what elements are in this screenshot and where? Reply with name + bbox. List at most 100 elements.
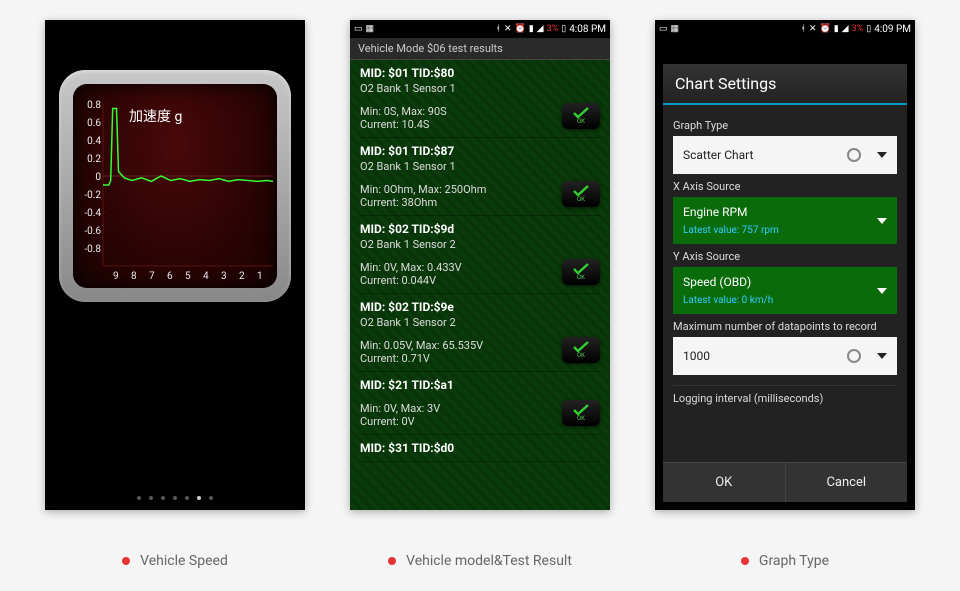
test-mid-tid: MID: $21 TID:$a1 [360, 378, 600, 392]
y-tick-label: 0.4 [87, 136, 101, 147]
ok-badge: OK [562, 337, 600, 363]
ok-button[interactable]: OK [663, 463, 786, 502]
signal-icon: ▮ [529, 24, 534, 34]
status-bar: ▭ ▦ ᚼ ✕ ⏰ ▮ ◢ 3% ▯ 4:08 PM [350, 20, 610, 38]
x-axis-value: Engine RPM [683, 205, 887, 219]
bluetooth-icon: ᚼ [801, 24, 806, 34]
max-datapoints-value: 1000 [683, 349, 710, 363]
bullet-icon [741, 557, 749, 565]
page-dot[interactable] [149, 496, 153, 500]
y-axis-value: Speed (OBD) [683, 275, 887, 289]
bullet-icon [122, 557, 130, 565]
settings-dialog: Chart Settings Graph Type Scatter Chart … [663, 64, 907, 502]
test-result-item[interactable]: MID: $02 TID:$9dO2 Bank 1 Sensor 2Min: 0… [360, 216, 600, 294]
results-header: Vehicle Mode $06 test results [350, 38, 610, 60]
chevron-down-icon [877, 288, 887, 294]
bluetooth-icon: ᚼ [496, 24, 501, 34]
x-tick-label: 2 [239, 271, 245, 282]
signal-icon: ▮ [834, 24, 839, 34]
apps-icon: ▦ [366, 24, 375, 34]
logging-interval-label: Logging interval (milliseconds) [673, 385, 897, 405]
test-mid-tid: MID: $01 TID:$80 [360, 66, 600, 80]
y-axis-label: Y Axis Source [673, 250, 897, 263]
test-mid-tid: MID: $31 TID:$d0 [360, 441, 600, 455]
radio-icon [847, 148, 861, 162]
panel-vehicle-speed: 加速度 g [45, 20, 305, 510]
x-tick-label: 8 [131, 271, 137, 282]
page-dot[interactable] [173, 496, 177, 500]
mute-icon: ✕ [809, 24, 817, 34]
graph-type-label: Graph Type [673, 119, 897, 132]
test-sensor: O2 Bank 1 Sensor 2 [360, 316, 600, 329]
max-datapoints-spinner[interactable]: 1000 [673, 337, 897, 375]
status-time: 4:08 PM [569, 24, 606, 35]
y-tick-label: -0.6 [84, 226, 101, 237]
wifi-icon: ◢ [842, 24, 849, 34]
x-tick-label: 6 [167, 271, 173, 282]
battery-pct: 3% [547, 24, 559, 34]
y-tick-label: 0.6 [87, 118, 101, 129]
bullet-icon [388, 557, 396, 565]
page-dot[interactable] [161, 496, 165, 500]
y-tick-label: -0.4 [84, 208, 101, 219]
test-result-item[interactable]: MID: $31 TID:$d0 [360, 435, 600, 462]
obd-icon: ▭ [659, 24, 668, 34]
x-axis-source-spinner[interactable]: Engine RPM Latest value: 757 rpm [673, 197, 897, 244]
radio-icon [847, 349, 861, 363]
chevron-down-icon [877, 353, 887, 359]
alarm-icon: ⏰ [514, 24, 525, 34]
chevron-down-icon [877, 218, 887, 224]
test-result-item[interactable]: MID: $01 TID:$87O2 Bank 1 Sensor 1Min: 0… [360, 138, 600, 216]
page-dot[interactable] [197, 496, 201, 500]
test-sensor: O2 Bank 1 Sensor 1 [360, 82, 600, 95]
mute-icon: ✕ [504, 24, 512, 34]
battery-icon: ▯ [561, 24, 566, 34]
ok-badge: OK [562, 181, 600, 207]
y-axis-latest: Latest value: 0 km/h [683, 295, 887, 306]
test-sensor: O2 Bank 1 Sensor 2 [360, 238, 600, 251]
apps-icon: ▦ [671, 24, 680, 34]
x-tick-label: 1 [257, 271, 263, 282]
status-time: 4:09 PM [874, 24, 911, 35]
battery-pct: 3% [852, 24, 864, 34]
x-axis-latest: Latest value: 757 rpm [683, 225, 887, 236]
test-result-item[interactable]: MID: $21 TID:$a1Min: 0V, Max: 3VCurrent:… [360, 372, 600, 435]
graph-type-spinner[interactable]: Scatter Chart [673, 136, 897, 174]
caption-1: Vehicle Speed [45, 553, 305, 569]
gauge-title: 加速度 g [129, 106, 182, 126]
ok-badge: OK [562, 400, 600, 426]
panel-chart-settings: ▭ ▦ ᚼ ✕ ⏰ ▮ ◢ 3% ▯ 4:09 PM Chart Setting… [655, 20, 915, 510]
battery-icon: ▯ [866, 24, 871, 34]
caption-text: Graph Type [759, 553, 829, 569]
x-tick-label: 3 [221, 271, 227, 282]
alarm-icon: ⏰ [819, 24, 830, 34]
page-dot[interactable] [209, 496, 213, 500]
page-dot[interactable] [137, 496, 141, 500]
panel-test-results: ▭ ▦ ᚼ ✕ ⏰ ▮ ◢ 3% ▯ 4:08 PM Vehicle Mode … [350, 20, 610, 510]
test-result-item[interactable]: MID: $01 TID:$80O2 Bank 1 Sensor 1Min: 0… [360, 60, 600, 138]
y-tick-label: -0.2 [84, 190, 101, 201]
chevron-down-icon [877, 152, 887, 158]
ok-badge: OK [562, 259, 600, 285]
status-bar: ▭ ▦ ᚼ ✕ ⏰ ▮ ◢ 3% ▯ 4:09 PM [655, 20, 915, 38]
x-axis-label: X Axis Source [673, 180, 897, 193]
y-axis-source-spinner[interactable]: Speed (OBD) Latest value: 0 km/h [673, 267, 897, 314]
y-tick-label: 0.8 [87, 100, 101, 111]
y-tick-label: 0.2 [87, 154, 101, 165]
page-dot[interactable] [185, 496, 189, 500]
caption-text: Vehicle Speed [140, 553, 228, 569]
gauge-frame: 加速度 g [59, 70, 291, 302]
test-mid-tid: MID: $02 TID:$9d [360, 222, 600, 236]
max-datapoints-label: Maximum number of datapoints to record [673, 320, 897, 333]
x-tick-label: 5 [185, 271, 191, 282]
page-indicator [45, 496, 305, 500]
y-tick-label: -0.8 [84, 244, 101, 255]
graph-type-value: Scatter Chart [683, 148, 753, 162]
wifi-icon: ◢ [537, 24, 544, 34]
test-sensor: O2 Bank 1 Sensor 1 [360, 160, 600, 173]
test-mid-tid: MID: $02 TID:$9e [360, 300, 600, 314]
x-tick-label: 9 [113, 271, 119, 282]
cancel-button[interactable]: Cancel [786, 463, 908, 502]
obd-icon: ▭ [354, 24, 363, 34]
test-result-item[interactable]: MID: $02 TID:$9eO2 Bank 1 Sensor 2Min: 0… [360, 294, 600, 372]
